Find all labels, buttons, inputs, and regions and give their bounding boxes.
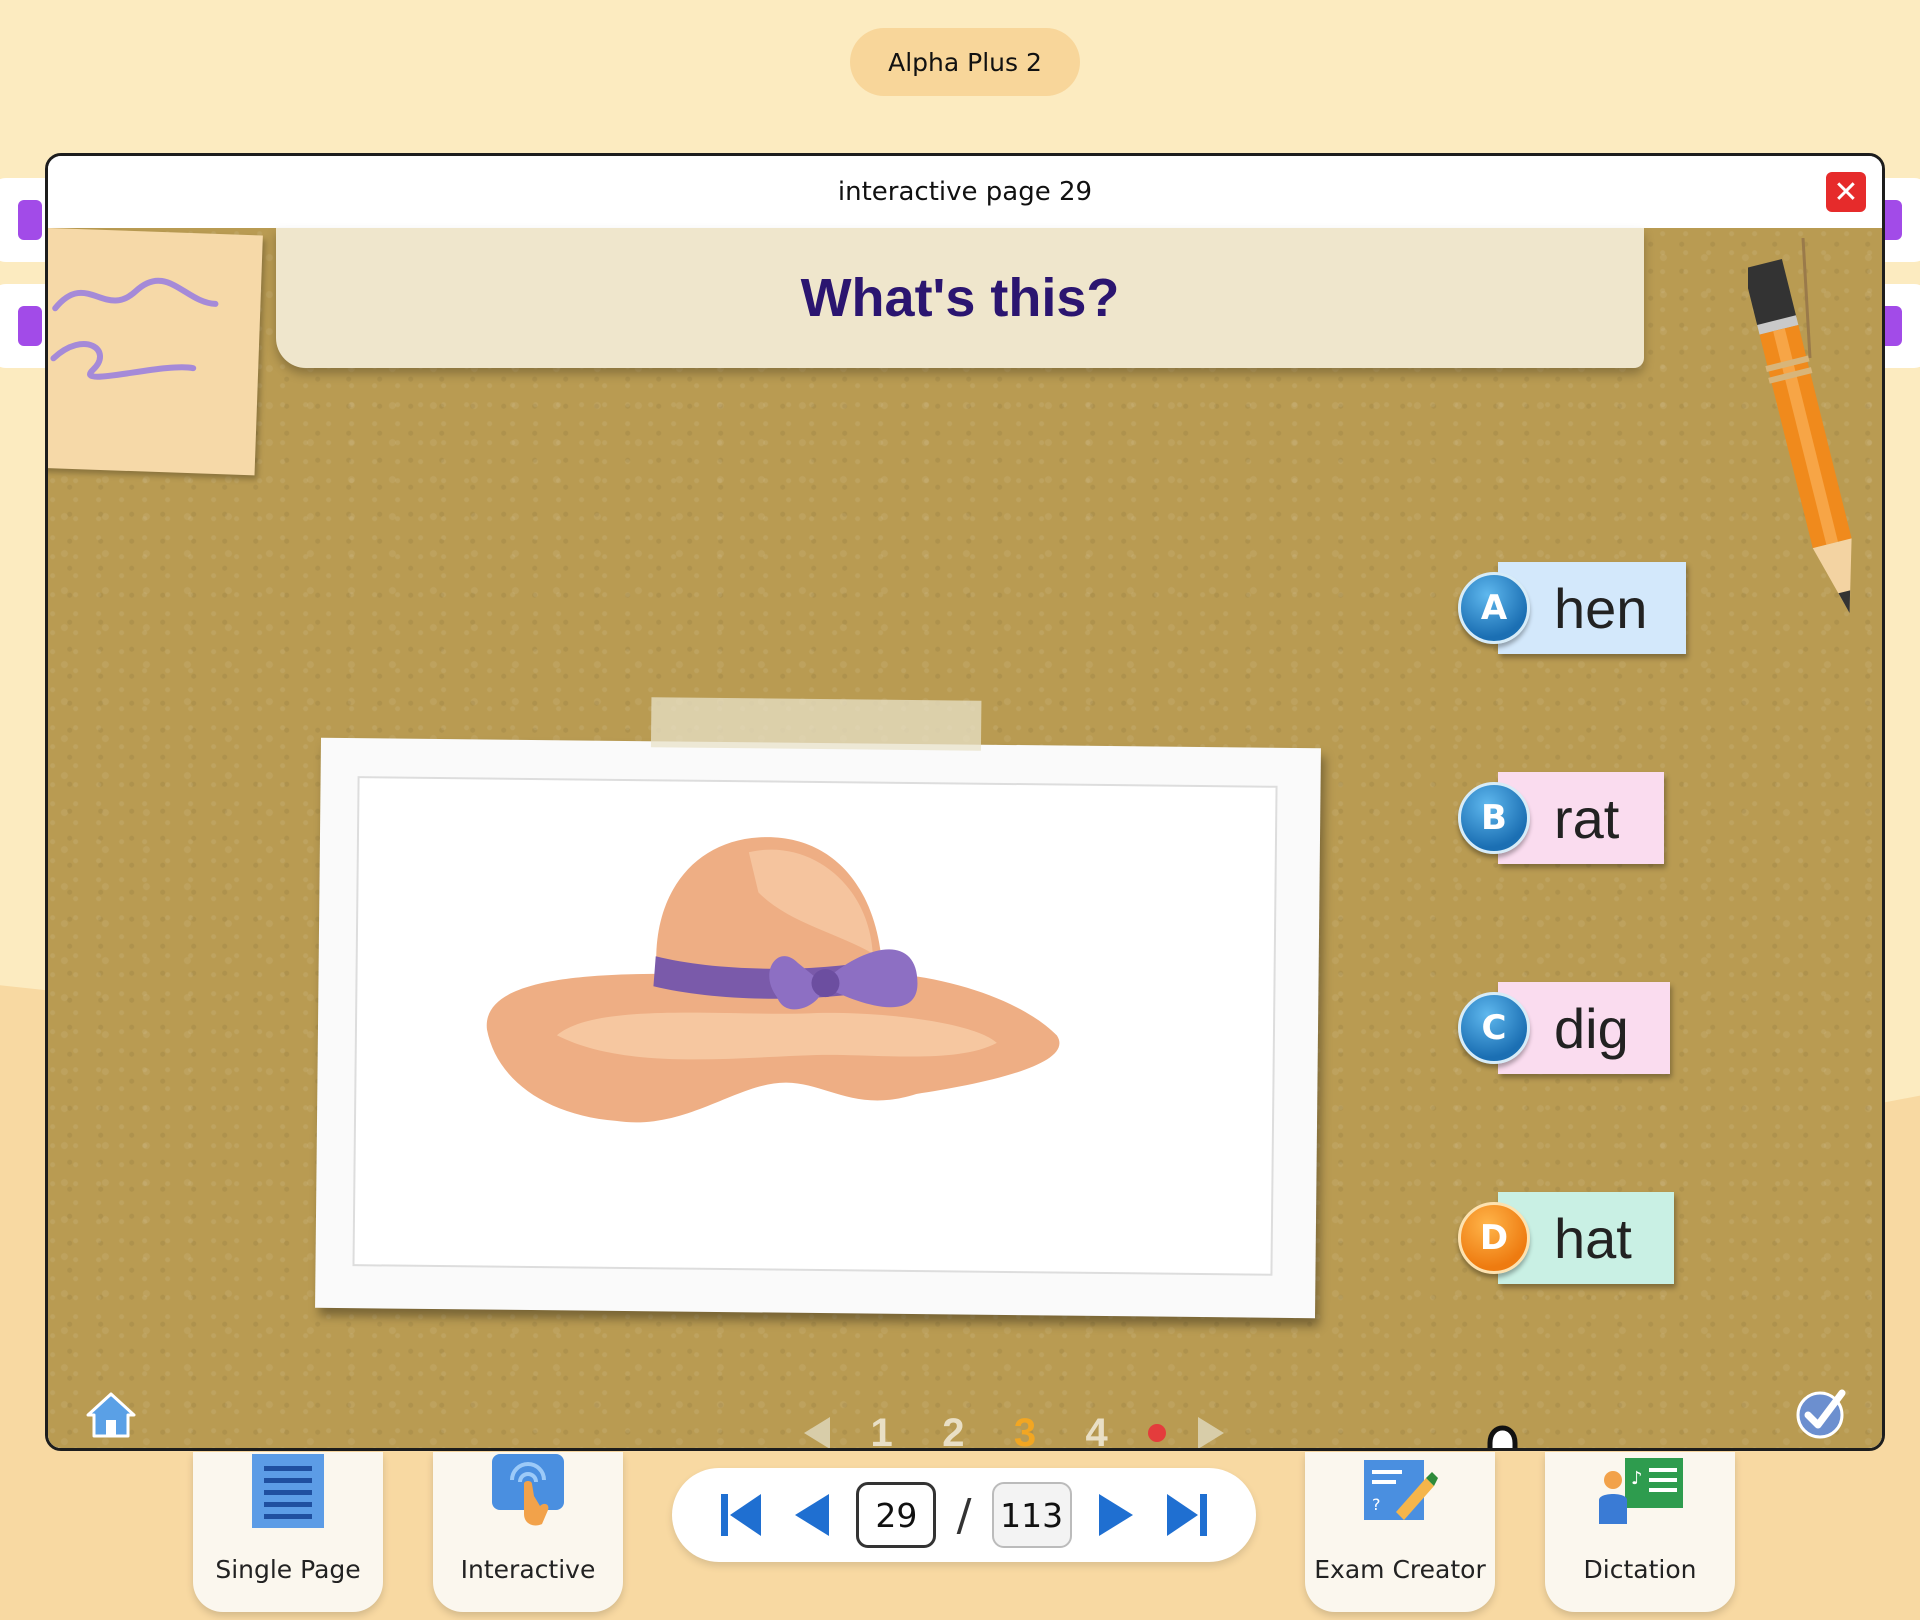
single-page-button[interactable]: Single Page [193, 1452, 383, 1612]
exam-creator-icon: ? [1364, 1460, 1438, 1520]
home-icon [86, 1392, 136, 1438]
pager-page-1[interactable]: 1 [862, 1411, 902, 1449]
previous-icon [795, 1494, 830, 1536]
option-letter: A [1458, 572, 1530, 644]
svg-text:?: ? [1372, 1495, 1381, 1514]
interactive-label: Interactive [460, 1555, 596, 1584]
option-letter: B [1458, 782, 1530, 854]
dictation-label: Dictation [1583, 1555, 1697, 1584]
pager-page-3[interactable]: 3 [1005, 1411, 1045, 1449]
dictation-icon: ♪ [1599, 1458, 1683, 1524]
check-answer-button[interactable] [1792, 1383, 1852, 1443]
pager-page-2[interactable]: 2 [933, 1411, 973, 1449]
photo-tape [650, 697, 982, 751]
pager-current-dot[interactable] [1148, 1424, 1167, 1442]
question-text: What's this? [800, 268, 1120, 328]
modal-header: interactive page 29 ✕ [48, 156, 1882, 228]
close-icon: ✕ [1833, 174, 1859, 210]
exam-creator-button[interactable]: ? Exam Creator [1305, 1452, 1495, 1612]
pencil-icon [1748, 238, 1852, 614]
first-page-button[interactable] [716, 1490, 766, 1540]
current-page-number: 29 [875, 1495, 918, 1535]
book-title: Alpha Plus 2 [850, 28, 1080, 96]
pager-page-4[interactable]: 4 [1077, 1411, 1117, 1449]
pager-next-arrow[interactable] [1197, 1417, 1224, 1448]
close-button[interactable]: ✕ [1826, 172, 1866, 212]
single-page-label: Single Page [215, 1555, 361, 1584]
pager-prev-arrow[interactable] [804, 1417, 830, 1448]
interactive-button[interactable]: Interactive [433, 1452, 623, 1612]
total-pages-number: 113 [1000, 1495, 1064, 1535]
home-button[interactable] [84, 1388, 138, 1442]
option-word: hat [1554, 1206, 1632, 1270]
first-page-icon [721, 1494, 761, 1536]
modal-title: interactive page 29 [837, 177, 1093, 207]
svg-text:♪: ♪ [1631, 1468, 1643, 1489]
dictation-button[interactable]: ♪ Dictation [1545, 1452, 1735, 1612]
document-icon [18, 306, 42, 346]
last-page-icon [1166, 1494, 1207, 1536]
single-page-icon [252, 1454, 324, 1528]
option-letter: C [1458, 992, 1530, 1064]
cork-board: What's this? A hen B rat C dig D hat 1 2… [48, 228, 1882, 1449]
next-page-button[interactable] [1092, 1490, 1142, 1540]
question-photo [315, 697, 1321, 1319]
video-icon [18, 200, 42, 240]
touch-icon [492, 1454, 564, 1526]
page-separator: / [956, 1489, 972, 1541]
question-banner: What's this? [276, 228, 1644, 368]
sticky-note [48, 228, 263, 476]
option-word: dig [1554, 996, 1629, 1060]
total-pages-box: 113 [991, 1482, 1072, 1548]
interactive-modal: interactive page 29 ✕ What's this? A hen… [45, 153, 1885, 1451]
option-word: hen [1554, 576, 1648, 640]
scribble-drawing [50, 277, 219, 380]
next-icon [1098, 1494, 1133, 1536]
current-page-input[interactable]: 29 [856, 1482, 937, 1548]
sub-page-pager: 1 2 3 4 [804, 1408, 1224, 1449]
last-page-button[interactable] [1162, 1490, 1212, 1540]
check-icon [1796, 1389, 1846, 1439]
exam-creator-label: Exam Creator [1314, 1555, 1486, 1584]
hat-icon [486, 837, 1060, 1123]
option-letter: D [1458, 1202, 1530, 1274]
option-word: rat [1554, 786, 1620, 850]
photo-frame [352, 776, 1278, 1276]
previous-page-button[interactable] [786, 1490, 836, 1540]
page-navigation: 29 / 113 [672, 1468, 1256, 1562]
hand-cursor-icon [1487, 1425, 1518, 1448]
